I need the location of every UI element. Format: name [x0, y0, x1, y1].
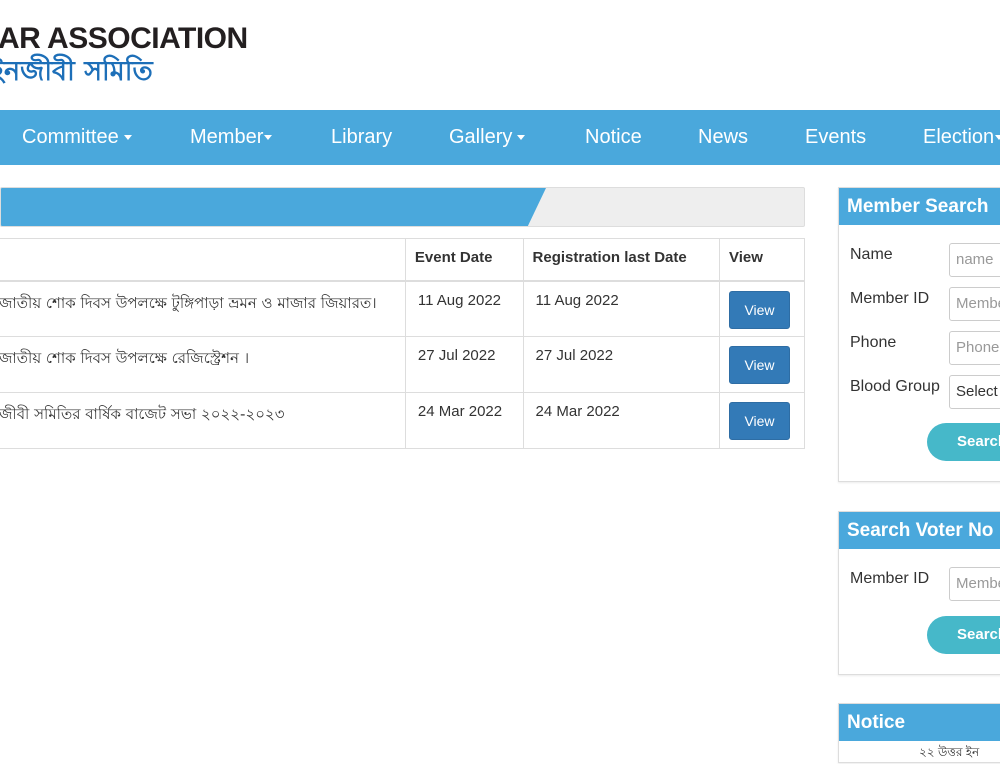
- nav-library-label: Library: [331, 126, 393, 148]
- site-header: AR ASSOCIATION ইনজীবী সমিতি: [0, 0, 1000, 110]
- nav-gallery-label: Gallery: [449, 126, 513, 148]
- event-date: 11 Aug 2022: [404, 280, 524, 337]
- notice-title: Notice: [839, 704, 1000, 741]
- member-search-button[interactable]: Search: [927, 423, 1000, 461]
- nav-library[interactable]: Library: [331, 110, 392, 165]
- caret-down-icon: [264, 135, 273, 141]
- voter-search-title: Search Voter No: [839, 512, 1000, 549]
- event-title: জাতীয় শোক দিবস উপলক্ষে টুঙ্গিপাড়া ভ্রম…: [0, 280, 406, 337]
- registration-date: 11 Aug 2022: [522, 280, 720, 337]
- phone-input[interactable]: Phone: [949, 331, 1000, 365]
- view-button[interactable]: View: [728, 290, 790, 329]
- caret-down-icon: [123, 135, 132, 141]
- col-header-view: View: [718, 238, 806, 282]
- nav-gallery[interactable]: Gallery: [449, 110, 526, 165]
- nav-member-label: Member: [190, 126, 264, 148]
- blood-group-select[interactable]: Select: [949, 375, 1000, 409]
- view-cell: View: [718, 280, 806, 337]
- member-id-input[interactable]: Member: [949, 287, 1000, 321]
- col-header-title: [0, 238, 406, 282]
- nav-notice[interactable]: Notice: [585, 110, 642, 165]
- nav-events[interactable]: Events: [805, 110, 866, 165]
- nav-election[interactable]: Election: [923, 110, 1000, 165]
- voter-search-widget: Search Voter No Member ID Member Search: [838, 511, 1000, 675]
- table-row: জাতীয় শোক দিবস উপলক্ষে টুঙ্গিপাড়া ভ্রম…: [0, 280, 806, 337]
- name-label: Name: [850, 246, 893, 263]
- event-date: 24 Mar 2022: [404, 392, 524, 449]
- nav-committee-label: Committee: [22, 126, 119, 148]
- view-cell: View: [718, 392, 806, 449]
- notice-item-text[interactable]: ২২ উত্তর ইন: [919, 744, 979, 764]
- logo-text-english: AR ASSOCIATION: [0, 22, 248, 55]
- caret-down-icon: [517, 135, 526, 141]
- name-input[interactable]: name: [949, 243, 1000, 277]
- events-table: Event Date Registration last Date View জ…: [0, 238, 806, 449]
- voter-search-button[interactable]: Search: [927, 616, 1000, 654]
- voter-member-id-label: Member ID: [850, 570, 930, 587]
- table-row: জাতীয় শোক দিবস উপলক্ষে রেজিস্ট্রেশন । 2…: [0, 336, 806, 393]
- event-title: জাতীয় শোক দিবস উপলক্ষে রেজিস্ট্রেশন ।: [0, 336, 406, 393]
- table-row: জীবী সমিতির বার্ষিক বাজেট সভা ২০২২-২০২৩ …: [0, 392, 806, 449]
- member-id-label: Member ID: [850, 290, 930, 307]
- registration-date: 27 Jul 2022: [522, 336, 720, 393]
- member-search-widget: Member Search Name name Member ID Member…: [838, 187, 1000, 482]
- col-header-event-date: Event Date: [404, 238, 524, 282]
- logo-text-bangla: ইনজীবী সমিতি: [0, 56, 153, 87]
- nav-member[interactable]: Member: [190, 110, 273, 165]
- view-cell: View: [718, 336, 806, 393]
- event-title: জীবী সমিতির বার্ষিক বাজেট সভা ২০২২-২০২৩: [0, 392, 406, 449]
- col-header-registration-date: Registration last Date: [522, 238, 720, 282]
- member-search-title: Member Search: [839, 188, 1000, 225]
- caret-down-icon: [995, 135, 1000, 141]
- view-button[interactable]: View: [728, 402, 790, 440]
- nav-notice-label: Notice: [585, 126, 642, 148]
- nav-events-label: Events: [805, 126, 867, 148]
- view-button[interactable]: View: [728, 346, 790, 384]
- phone-label: Phone: [850, 334, 897, 351]
- voter-member-id-input[interactable]: Member: [949, 567, 1000, 601]
- nav-news-label: News: [698, 126, 749, 148]
- nav-committee[interactable]: Committee: [22, 110, 132, 165]
- blood-group-label: Blood Group: [850, 378, 940, 395]
- panel-heading-accent: [1, 188, 546, 226]
- table-header-row: Event Date Registration last Date View: [0, 238, 806, 282]
- events-panel-heading: [0, 187, 805, 227]
- main-navbar: Committee Member Library Gallery Notice …: [0, 110, 1000, 165]
- nav-election-label: Election: [923, 126, 995, 148]
- site-logo[interactable]: AR ASSOCIATION ইনজীবী সমিতি: [0, 22, 248, 88]
- nav-news[interactable]: News: [698, 110, 748, 165]
- event-date: 27 Jul 2022: [404, 336, 524, 393]
- notice-widget: Notice ২২ উত্তর ইন: [838, 703, 1000, 763]
- registration-date: 24 Mar 2022: [522, 392, 720, 449]
